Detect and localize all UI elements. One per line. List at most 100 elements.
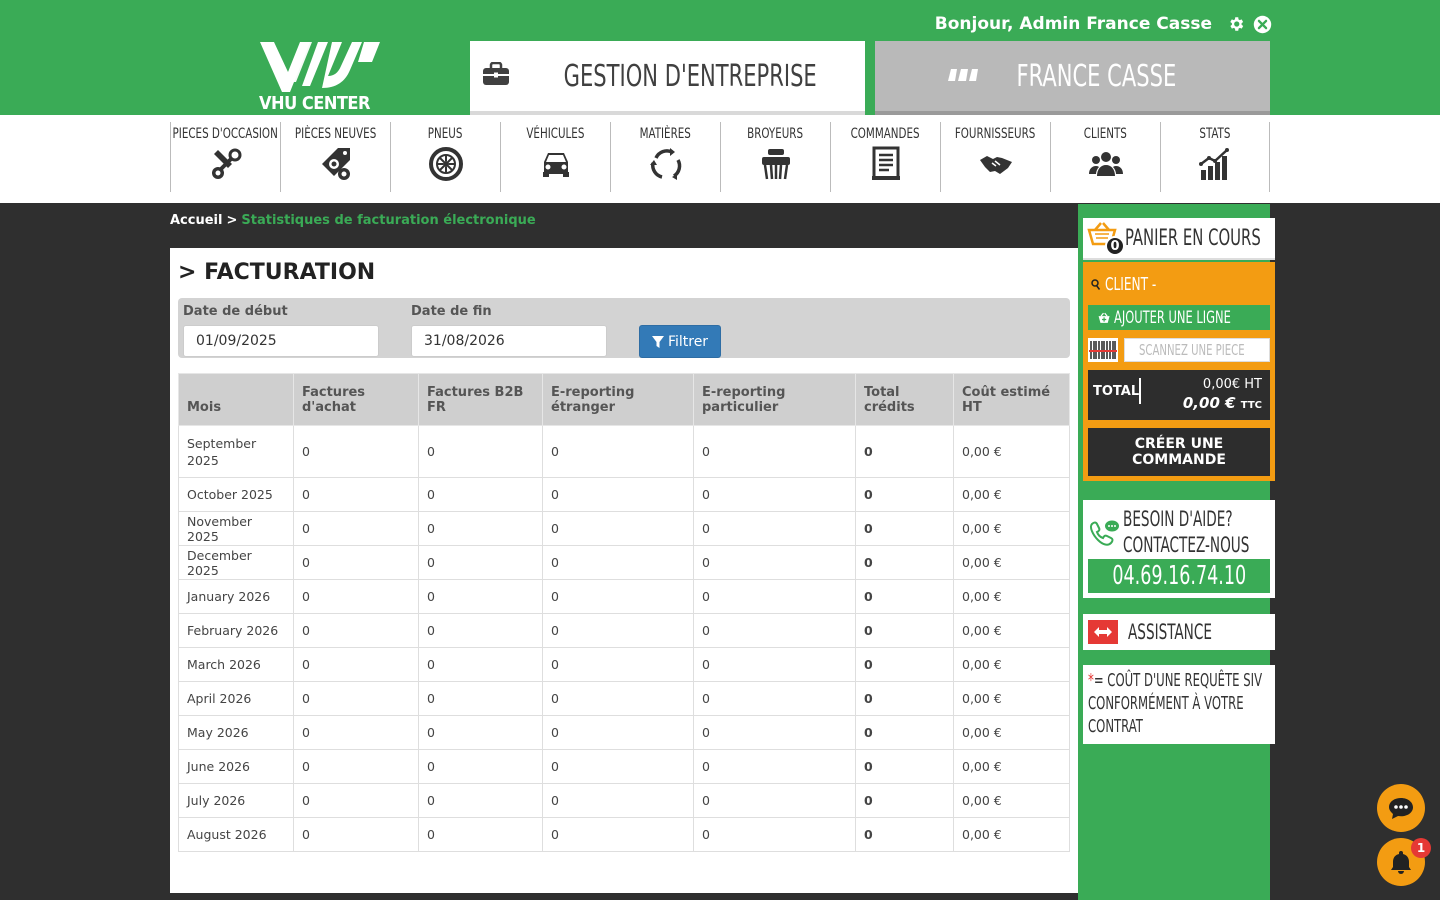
end-date-label: Date de fin	[411, 304, 492, 319]
nav-matieres[interactable]: MATIÈRES	[610, 122, 720, 192]
table-cell: 0	[855, 425, 954, 478]
table-cell: 0	[418, 545, 543, 580]
teamviewer-icon	[1088, 620, 1118, 644]
col-header-factures-achat[interactable]: Factures d'achat	[293, 373, 419, 426]
table-cell: 0	[418, 613, 543, 648]
table-cell: 0	[693, 749, 856, 784]
close-circle-icon[interactable]	[1252, 14, 1272, 34]
chat-button[interactable]	[1377, 784, 1425, 832]
tab-france-casse[interactable]: FRANCE CASSE	[875, 41, 1270, 115]
filter-button[interactable]: Filtrer	[639, 325, 721, 358]
table-cell: 0	[855, 613, 954, 648]
table-header-row: Mois Factures d'achat Factures B2B FR E-…	[178, 373, 1070, 426]
total-divider	[1139, 378, 1141, 404]
table-cell: 0	[293, 511, 419, 546]
cart-count: 0	[1105, 236, 1125, 256]
col-header-cout-estime[interactable]: Coût estimé HT	[953, 373, 1070, 426]
cart-header[interactable]: 0 PANIER EN COURS	[1083, 218, 1275, 260]
nav-pieces-occasion[interactable]: PIECES D'OCCASION	[170, 122, 280, 192]
nav-vehicules[interactable]: VÉHICULES	[500, 122, 610, 192]
filter-button-label: Filtrer	[667, 333, 709, 350]
shredder-icon	[761, 149, 790, 180]
siv-text: *= COÛT D'UNE REQUÊTE SIV CONFORMÉMENT À…	[1088, 669, 1262, 738]
table-cell: 0	[293, 647, 419, 682]
filter-bar: Date de début 01/09/2025 Date de fin 31/…	[178, 298, 1070, 358]
table-cell: 0	[418, 749, 543, 784]
nav-clients[interactable]: CLIENTS	[1050, 122, 1160, 192]
col-header-mois[interactable]: Mois	[178, 373, 294, 426]
tab-gestion-entreprise[interactable]: GESTION D'ENTREPRISE	[470, 41, 865, 115]
assistance-button[interactable]: ASSISTANCE	[1083, 614, 1275, 650]
start-date-input[interactable]: 01/09/2025	[183, 325, 379, 357]
phone-number-button[interactable]: 04.69.16.74.10	[1088, 559, 1270, 593]
table-row: July 2026 0 0 0 0 0 0,00 €	[178, 783, 1070, 818]
client-selector[interactable]: CLIENT -	[1091, 274, 1173, 295]
top-icons	[1226, 14, 1272, 34]
tire-icon	[428, 147, 463, 181]
table-cell: March 2026	[178, 647, 294, 682]
nav-commandes[interactable]: COMMANDES	[830, 122, 940, 192]
table-cell: 0,00 €	[953, 425, 1070, 478]
table-cell: 0	[542, 715, 694, 750]
client-label: CLIENT -	[1105, 274, 1157, 295]
add-line-label: AJOUTER UNE LIGNE	[1114, 307, 1232, 328]
tools-icon	[211, 148, 241, 179]
cart-title: PANIER EN COURS	[1125, 225, 1261, 251]
table-row: December 2025 0 0 0 0 0 0,00 €	[178, 545, 1070, 580]
breadcrumb-home-link[interactable]: Accueil	[170, 213, 222, 228]
table-row: March 2026 0 0 0 0 0 0,00 €	[178, 647, 1070, 682]
cart-panel: CLIENT - AJOUTER UNE LIGNE SCANNEZ UNE P…	[1083, 262, 1275, 481]
col-header-ereporting-etranger[interactable]: E-reporting étranger	[542, 373, 694, 426]
table-cell: 0	[855, 715, 954, 750]
settings-gear-icon[interactable]	[1226, 14, 1246, 34]
recycle-icon	[649, 148, 681, 180]
nav-broyeurs[interactable]: BROYEURS	[720, 122, 830, 192]
breadcrumb-separator: >	[226, 213, 238, 228]
create-order-button[interactable]: CRÉER UNE COMMANDE	[1088, 428, 1270, 476]
col-header-ereporting-particulier[interactable]: E-reporting particulier	[693, 373, 856, 426]
col-header-factures-b2b[interactable]: Factures B2B FR	[418, 373, 543, 426]
key-icon	[1091, 278, 1101, 290]
nav-stats[interactable]: STATS	[1160, 122, 1270, 192]
table-row: April 2026 0 0 0 0 0 0,00 €	[178, 681, 1070, 716]
user-greeting: Bonjour, Admin France Casse	[934, 14, 1212, 34]
total-ttc-suffix: TTC	[1240, 400, 1262, 411]
table-cell: February 2026	[178, 613, 294, 648]
nav-pneus[interactable]: PNEUS	[390, 122, 500, 192]
table-cell: 0	[418, 647, 543, 682]
nav-fournisseurs[interactable]: FOURNISSEURS	[940, 122, 1050, 192]
scan-part-input[interactable]: SCANNEZ UNE PIECE	[1124, 338, 1270, 362]
nav-label: PIECES D'OCCASION	[172, 126, 279, 142]
barcode-icon[interactable]	[1088, 338, 1118, 362]
table-cell: 0	[293, 613, 419, 648]
table-cell: 0	[693, 511, 856, 546]
end-date-input[interactable]: 31/08/2026	[411, 325, 607, 357]
nav-pieces-neuves[interactable]: PIÈCES NEUVES	[280, 122, 390, 192]
nav-label: FOURNISSEURS	[955, 126, 1036, 142]
siv-line-1: = COÛT D'UNE REQUÊTE SIV	[1093, 670, 1263, 691]
table-cell: 0,00 €	[953, 715, 1070, 750]
tab-gestion-label: GESTION D'ENTREPRISE	[563, 58, 818, 94]
table-cell: July 2026	[178, 783, 294, 818]
table-cell: 0,00 €	[953, 783, 1070, 818]
table-row: January 2026 0 0 0 0 0 0,00 €	[178, 579, 1070, 614]
table-cell: 0	[542, 647, 694, 682]
help-line-2: CONTACTEZ-NOUS	[1123, 533, 1250, 557]
tagged-gears-icon	[321, 148, 350, 180]
table-cell: 0	[418, 511, 543, 546]
table-cell: 0	[293, 545, 419, 580]
table-cell: June 2026	[178, 749, 294, 784]
breadcrumb: Accueil > Statistiques de facturation élec…	[170, 213, 536, 228]
table-cell: 0	[293, 579, 419, 614]
table-cell: 0	[418, 715, 543, 750]
breadcrumb-current: Statistiques de facturation électronique	[241, 213, 536, 228]
table-cell: 0	[418, 681, 543, 716]
table-cell: August 2026	[178, 817, 294, 852]
col-header-total-credits[interactable]: Total crédits	[855, 373, 954, 426]
add-line-button[interactable]: AJOUTER UNE LIGNE	[1088, 305, 1270, 330]
table-cell: 0,00 €	[953, 749, 1070, 784]
page-title: > FACTURATION	[178, 260, 376, 285]
table-row: May 2026 0 0 0 0 0 0,00 €	[178, 715, 1070, 750]
table-cell: 0	[693, 477, 856, 512]
table-cell: 0	[542, 749, 694, 784]
